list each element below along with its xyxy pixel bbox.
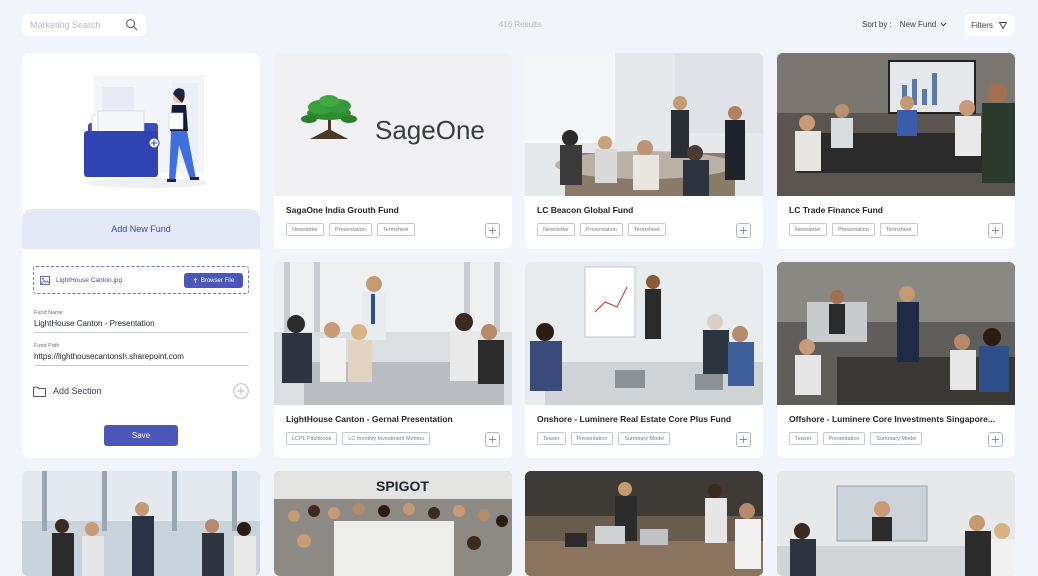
- tag[interactable]: Newsletter: [789, 223, 827, 236]
- tag[interactable]: Teaser: [537, 432, 566, 445]
- tag[interactable]: Presentation: [822, 432, 866, 445]
- chevron-down-icon: [940, 22, 947, 27]
- card-thumbnail: [525, 262, 763, 405]
- card-title: LC Trade Finance Fund: [789, 205, 883, 215]
- add-fund-panel: Add New Fund LightHouse Canton.jpg Brows…: [22, 53, 260, 458]
- fund-card[interactable]: SPIGOT: [274, 471, 512, 576]
- add-button[interactable]: [485, 223, 500, 238]
- card-title: LightHouse Canton - Gernal Presentation: [286, 414, 453, 424]
- card-thumbnail: [777, 262, 1015, 405]
- plus-icon: [992, 436, 999, 443]
- file-name: LightHouse Canton.jpg: [56, 276, 123, 284]
- card-tags: Newsletter Presentation Termsheet: [537, 223, 666, 236]
- add-button[interactable]: [988, 432, 1003, 447]
- card-title: Onshore - Luminere Real Estate Core Plus…: [537, 414, 732, 424]
- plus-icon: [740, 436, 747, 443]
- tag[interactable]: LC monthly Investment Memos: [342, 432, 431, 445]
- search-icon[interactable]: [125, 18, 138, 36]
- tag[interactable]: Presentation: [831, 223, 875, 236]
- fund-card[interactable]: LC Beacon Global Fund Newsletter Present…: [525, 53, 763, 249]
- sort-label: Sort by :: [862, 20, 892, 29]
- spigot-banner-text: SPIGOT: [376, 478, 429, 494]
- plus-icon: [489, 436, 496, 443]
- tag[interactable]: Termsheet: [879, 223, 918, 236]
- tag[interactable]: Newsletter: [537, 223, 575, 236]
- card-thumbnail: [525, 53, 763, 196]
- add-button[interactable]: [736, 223, 751, 238]
- card-thumbnail: SageOne: [274, 53, 512, 196]
- add-fund-heading: Add New Fund: [22, 209, 260, 249]
- tag[interactable]: Summary Model: [618, 432, 671, 445]
- add-button[interactable]: [736, 432, 751, 447]
- fund-card[interactable]: [777, 471, 1015, 576]
- card-title: LC Beacon Global Fund: [537, 205, 634, 215]
- tag[interactable]: Teaser: [789, 432, 818, 445]
- add-section-row[interactable]: Add Section: [33, 383, 249, 399]
- sageone-logo: SageOne: [301, 95, 485, 145]
- sageone-logo-text: SageOne: [375, 115, 485, 145]
- tag[interactable]: Presentation: [328, 223, 372, 236]
- image-icon: [40, 275, 50, 285]
- fund-card[interactable]: Onshore - Luminere Real Estate Core Plus…: [525, 262, 763, 458]
- plus-circle-icon[interactable]: [233, 383, 249, 399]
- card-thumbnail: [777, 53, 1015, 196]
- results-count: 416 Results: [498, 20, 542, 29]
- fund-card[interactable]: SageOne SagaOne India Grouth Fund Newsle…: [274, 53, 512, 249]
- search-box[interactable]: [22, 14, 146, 36]
- filters-label: Filters: [971, 20, 993, 30]
- tag[interactable]: LCPL Pitchbook: [286, 432, 338, 445]
- sort-value: New Fund: [899, 20, 937, 29]
- card-tags: Newsletter Presentation Termsheet: [789, 223, 918, 236]
- add-button[interactable]: [988, 223, 1003, 238]
- plus-icon: [489, 227, 496, 234]
- save-button[interactable]: Save: [104, 425, 178, 446]
- add-section-label: Add Section: [53, 386, 102, 396]
- card-title: SagaOne India Grouth Fund: [286, 205, 399, 215]
- plus-icon: [740, 227, 747, 234]
- fund-name-input[interactable]: LightHouse Canton - Presentation: [34, 316, 249, 333]
- card-thumbnail: SPIGOT: [274, 471, 512, 576]
- fund-card[interactable]: [22, 471, 260, 576]
- tag[interactable]: Newsletter: [286, 223, 324, 236]
- card-tags: Teaser Presentation Summary Model: [789, 432, 923, 445]
- fund-name-field[interactable]: Fund Name LightHouse Canton - Presentati…: [34, 310, 249, 333]
- card-thumbnail: [22, 471, 260, 576]
- sort-control: Sort by : New Fund: [862, 20, 947, 29]
- search-input[interactable]: [30, 20, 122, 30]
- fund-card[interactable]: [525, 471, 763, 576]
- filters-button[interactable]: Filters: [964, 14, 1014, 36]
- file-dropzone[interactable]: LightHouse Canton.jpg Browser File: [33, 266, 249, 294]
- card-tags: Teaser Presentation Summary Model: [537, 432, 671, 445]
- tag[interactable]: Termsheet: [627, 223, 666, 236]
- tag[interactable]: Termsheet: [376, 223, 415, 236]
- tag[interactable]: Presentation: [579, 223, 623, 236]
- fund-card[interactable]: LC Trade Finance Fund Newsletter Present…: [777, 53, 1015, 249]
- tag[interactable]: Summary Model: [870, 432, 923, 445]
- folder-illustration: [84, 75, 207, 188]
- fund-card[interactable]: LightHouse Canton - Gernal Presentation …: [274, 262, 512, 458]
- add-button[interactable]: [485, 432, 500, 447]
- card-tags: Newsletter Presentation Termsheet: [286, 223, 415, 236]
- upload-icon: [193, 277, 198, 283]
- browse-file-button[interactable]: Browser File: [184, 273, 243, 288]
- fund-path-field[interactable]: Fund Path https://lighthousecantonsh.sha…: [34, 343, 249, 366]
- card-thumbnail: [777, 471, 1015, 576]
- card-thumbnail: [274, 262, 512, 405]
- card-title: Offshore - Luminere Core Investments Sin…: [789, 414, 995, 424]
- fund-card[interactable]: Offshore - Luminere Core Investments Sin…: [777, 262, 1015, 458]
- tag[interactable]: Presentation: [570, 432, 614, 445]
- plus-icon: [992, 227, 999, 234]
- browse-file-label: Browser File: [200, 277, 235, 284]
- card-thumbnail: [525, 471, 763, 576]
- card-tags: LCPL Pitchbook LC monthly Investment Mem…: [286, 432, 431, 445]
- filter-icon: [998, 21, 1007, 29]
- top-bar: 416 Results Sort by : New Fund Filters: [0, 0, 1038, 50]
- fund-path-input[interactable]: https://lighthousecantonsh.sharepoint.co…: [34, 349, 249, 366]
- sort-dropdown[interactable]: New Fund: [900, 20, 947, 29]
- folder-icon: [33, 386, 46, 397]
